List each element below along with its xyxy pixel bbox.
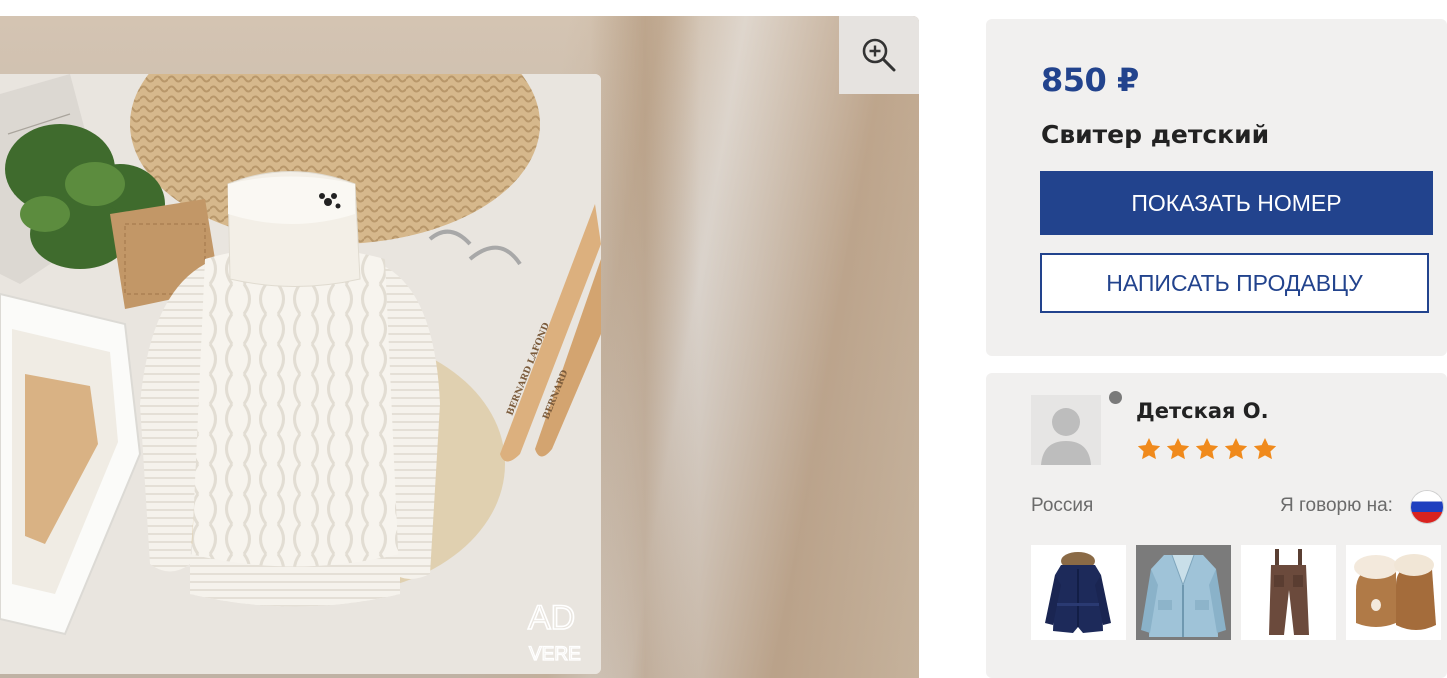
avatar[interactable] xyxy=(1031,395,1101,465)
offer-card: 850 ₽ Свитер детский ПОКАЗАТЬ НОМЕР НАПИ… xyxy=(986,19,1447,356)
photo-gallery[interactable]: BERNARD LAFOND BERNARD AD VERE xyxy=(0,16,919,678)
seller-items xyxy=(1031,545,1441,640)
svg-text:AD: AD xyxy=(528,599,575,637)
product-photo[interactable]: BERNARD LAFOND BERNARD AD VERE xyxy=(0,74,601,674)
sweater-image: BERNARD LAFOND BERNARD AD VERE xyxy=(0,74,601,674)
languages-label: Я говорю на: xyxy=(1280,495,1393,516)
star-icon xyxy=(1253,437,1277,460)
winter-jacket-thumbnail[interactable] xyxy=(1031,545,1126,640)
star-icon xyxy=(1195,437,1219,460)
brown-pants-thumbnail[interactable] xyxy=(1241,545,1336,640)
seller-rating xyxy=(1136,436,1278,462)
svg-text:VERE: VERE xyxy=(529,644,581,665)
blurred-background xyxy=(590,16,700,678)
star-icon xyxy=(1137,437,1161,460)
seller-name[interactable]: Детская О. xyxy=(1136,399,1269,423)
star-icon xyxy=(1224,437,1248,460)
user-silhouette-icon xyxy=(1031,395,1101,465)
seller-card: Детская О. Россия Я говорю на: xyxy=(986,373,1447,678)
price: 850 ₽ xyxy=(1041,61,1139,99)
zoom-button[interactable] xyxy=(839,16,919,94)
russia-flag-icon xyxy=(1411,491,1443,523)
online-status-icon xyxy=(1109,391,1122,404)
show-number-button[interactable]: ПОКАЗАТЬ НОМЕР xyxy=(1040,171,1433,235)
write-seller-button[interactable]: НАПИСАТЬ ПРОДАВЦУ xyxy=(1040,253,1429,313)
fur-boots-thumbnail[interactable] xyxy=(1346,545,1441,640)
seller-country: Россия xyxy=(1031,495,1094,516)
star-icon xyxy=(1166,437,1190,460)
item-title: Свитер детский xyxy=(1041,120,1270,149)
light-blue-jacket-thumbnail[interactable] xyxy=(1136,545,1231,640)
zoom-in-icon xyxy=(862,38,896,72)
